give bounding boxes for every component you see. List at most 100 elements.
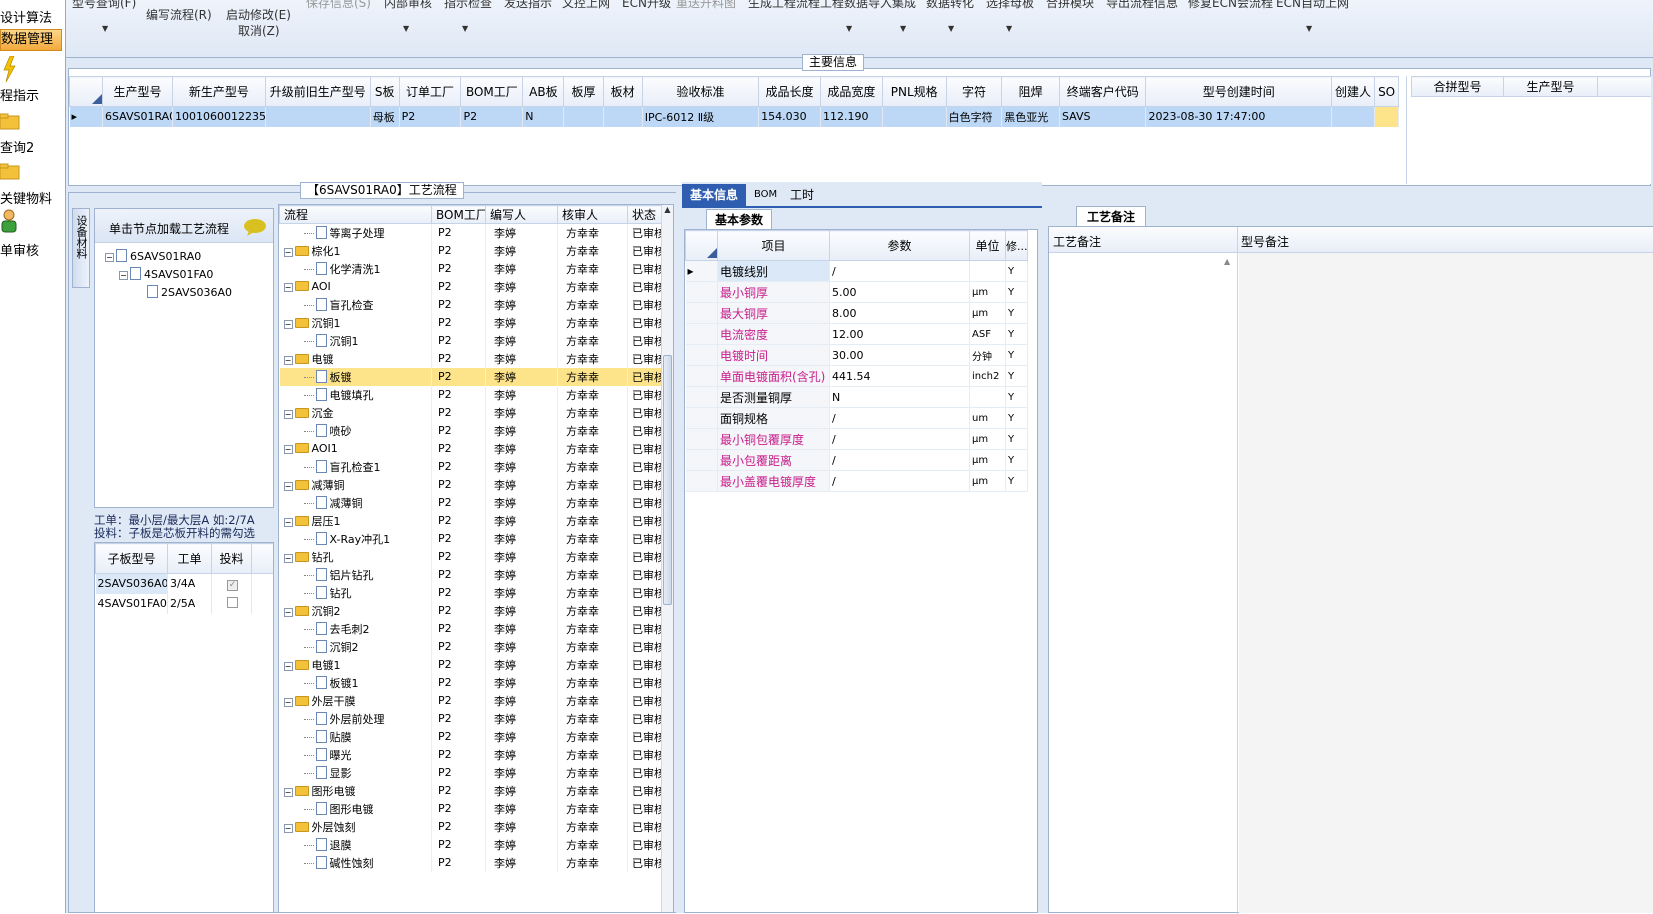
cancel-button[interactable]: 取消(Z) xyxy=(238,22,280,39)
table-cell[interactable]: 李婷 xyxy=(485,565,558,584)
param-value-cell[interactable]: 5.00 xyxy=(829,281,970,303)
table-cell[interactable]: 李婷 xyxy=(485,475,558,494)
table-cell[interactable]: 李婷 xyxy=(485,799,558,818)
col-header[interactable]: 单位 xyxy=(969,230,1006,261)
table-cell[interactable]: 已审核 xyxy=(627,565,662,584)
col-header[interactable]: SO xyxy=(1374,76,1399,107)
table-row[interactable]: X-Ray冲孔1P2李婷方幸幸已审核 xyxy=(279,529,662,548)
table-cell[interactable]: 方幸幸 xyxy=(557,277,628,296)
collapse-icon[interactable]: − xyxy=(283,445,293,454)
table-cell[interactable]: 10010600122357 xyxy=(172,106,266,127)
table-cell[interactable] xyxy=(603,106,643,127)
param-item-cell[interactable]: 最小铜厚 xyxy=(717,281,830,303)
flow-step-cell[interactable]: − 图形电镀 xyxy=(279,781,432,800)
table-cell[interactable]: 已审核 xyxy=(627,511,662,530)
collapse-icon[interactable]: − xyxy=(283,697,293,707)
nav-item-order-review[interactable]: 单审核 xyxy=(0,240,39,259)
flow-step-cell[interactable]: − 减薄铜 xyxy=(279,475,432,494)
table-cell[interactable]: 李婷 xyxy=(485,223,558,242)
table-cell[interactable]: P2 xyxy=(431,349,486,368)
table-cell[interactable]: P2 xyxy=(431,259,486,278)
table-row[interactable]: 铝片钻孔P2李婷方幸幸已审核 xyxy=(279,565,662,584)
tab-basic-params[interactable]: 基本参数 xyxy=(706,209,773,229)
param-value-cell[interactable]: 30.00 xyxy=(829,344,970,366)
table-row[interactable]: −图形电镀P2李婷方幸幸已审核 xyxy=(279,781,662,800)
collapse-icon[interactable]: − xyxy=(283,661,293,671)
export-flow-info-button[interactable]: 导出流程信息 xyxy=(1106,0,1178,11)
table-cell[interactable]: 方幸幸 xyxy=(557,457,628,476)
param-value-cell[interactable]: / xyxy=(829,407,970,429)
table-cell[interactable]: P2 xyxy=(431,331,486,350)
table-cell[interactable]: 方幸幸 xyxy=(557,691,628,710)
check-instruction-button[interactable]: 指示检查 xyxy=(444,0,492,11)
table-cell[interactable]: P2 xyxy=(431,601,486,620)
table-cell[interactable]: 已审核 xyxy=(627,583,662,602)
table-row[interactable]: 碱性蚀刻P2李婷方幸幸已审核 xyxy=(279,853,662,872)
table-cell[interactable]: 方幸幸 xyxy=(557,727,628,746)
table-cell[interactable]: 已审核 xyxy=(627,277,662,296)
table-cell[interactable]: 已审核 xyxy=(627,367,662,386)
flow-step-cell[interactable]: − 沉金 xyxy=(279,403,432,422)
flow-step-cell[interactable]: 铝片钻孔 xyxy=(279,565,432,584)
table-cell[interactable]: P2 xyxy=(399,106,462,127)
table-cell[interactable]: 母板 xyxy=(370,106,400,127)
table-row[interactable]: 沉铜2P2李婷方幸幸已审核 xyxy=(279,637,662,656)
col-header[interactable]: 板材 xyxy=(602,76,643,107)
table-row[interactable]: 化学清洗1P2李婷方幸幸已审核 xyxy=(279,259,662,278)
col-header[interactable]: BOM工厂 xyxy=(431,205,486,224)
side-tab-equipment[interactable]: 设备材料 xyxy=(72,208,90,288)
table-row[interactable]: 退膜P2李婷方幸幸已审核 xyxy=(279,835,662,854)
table-row[interactable]: 最小盖覆电镀厚度 / μm Y xyxy=(685,470,1038,492)
col-header[interactable]: 验收标准 xyxy=(641,76,760,107)
table-cell[interactable]: 方幸幸 xyxy=(557,313,628,332)
param-flag-cell[interactable]: Y xyxy=(1005,323,1028,345)
table-cell[interactable]: 李婷 xyxy=(485,439,558,458)
resend-cutting-button[interactable]: 重送开料图 xyxy=(676,0,736,11)
param-item-cell[interactable]: 电镀线别 xyxy=(717,260,830,282)
table-row[interactable]: −AOI1P2李婷方幸幸已审核 xyxy=(279,439,662,458)
table-cell[interactable]: 方幸幸 xyxy=(557,619,628,638)
table-cell[interactable]: P2 xyxy=(431,799,486,818)
flow-step-cell[interactable]: − AOI1 xyxy=(279,439,432,458)
param-unit-cell[interactable]: inch2 xyxy=(969,365,1006,387)
flow-step-cell[interactable]: 板镀 xyxy=(279,367,432,386)
col-header[interactable]: 成品宽度 xyxy=(819,76,883,107)
col-header[interactable]: 编写人 xyxy=(485,205,558,224)
table-cell[interactable]: 已审核 xyxy=(627,835,662,854)
flow-step-cell[interactable]: − 外层蚀刻 xyxy=(279,817,432,836)
table-cell[interactable]: 3/4A xyxy=(167,573,212,594)
table-row[interactable]: ▸ 6SAVS01RA0 10010600122357 母板 P2 P2 N I… xyxy=(69,106,1399,127)
table-cell[interactable]: 李婷 xyxy=(485,745,558,764)
flow-step-cell[interactable]: − 钻孔 xyxy=(279,547,432,566)
table-cell[interactable]: 李婷 xyxy=(485,655,558,674)
flow-step-cell[interactable]: − 电镀1 xyxy=(279,655,432,674)
table-cell[interactable]: 方幸幸 xyxy=(557,601,628,620)
flow-step-cell[interactable]: 沉铜2 xyxy=(279,637,432,656)
table-cell[interactable]: 6SAVS01RA0 xyxy=(102,106,174,127)
table-row[interactable]: 外层前处理P2李婷方幸幸已审核 xyxy=(279,709,662,728)
table-cell[interactable]: P2 xyxy=(431,277,486,296)
table-cell[interactable]: 已审核 xyxy=(627,259,662,278)
table-cell[interactable]: P2 xyxy=(431,817,486,836)
table-cell[interactable]: P2 xyxy=(431,493,486,512)
param-unit-cell[interactable] xyxy=(969,386,1006,408)
col-header[interactable]: BOM工厂 xyxy=(460,76,524,107)
table-cell[interactable]: 已审核 xyxy=(627,421,662,440)
write-flow-button[interactable]: 编写流程(R) xyxy=(146,6,212,23)
param-item-cell[interactable]: 最大铜厚 xyxy=(717,302,830,324)
table-row[interactable]: 喷砂P2李婷方幸幸已审核 xyxy=(279,421,662,440)
table-cell[interactable]: 李婷 xyxy=(485,619,558,638)
chevron-down-icon-6[interactable]: ▼ xyxy=(948,24,954,33)
flow-step-cell[interactable]: 曝光 xyxy=(279,745,432,764)
integrate-button[interactable]: 集成 xyxy=(892,0,916,11)
table-row[interactable]: −钻孔P2李婷方幸幸已审核 xyxy=(279,547,662,566)
collapse-icon[interactable]: − xyxy=(119,271,128,280)
table-cell[interactable]: 方幸幸 xyxy=(557,817,628,836)
table-cell[interactable]: 2/5A xyxy=(167,593,212,614)
param-item-cell[interactable]: 是否测量铜厚 xyxy=(717,386,830,408)
param-flag-cell[interactable]: Y xyxy=(1005,470,1028,492)
table-cell[interactable]: P2 xyxy=(431,835,486,854)
param-unit-cell[interactable] xyxy=(969,260,1006,282)
flow-step-cell[interactable]: 外层前处理 xyxy=(279,709,432,728)
tree-node-root[interactable]: −6SAVS01RA0 xyxy=(105,249,201,263)
